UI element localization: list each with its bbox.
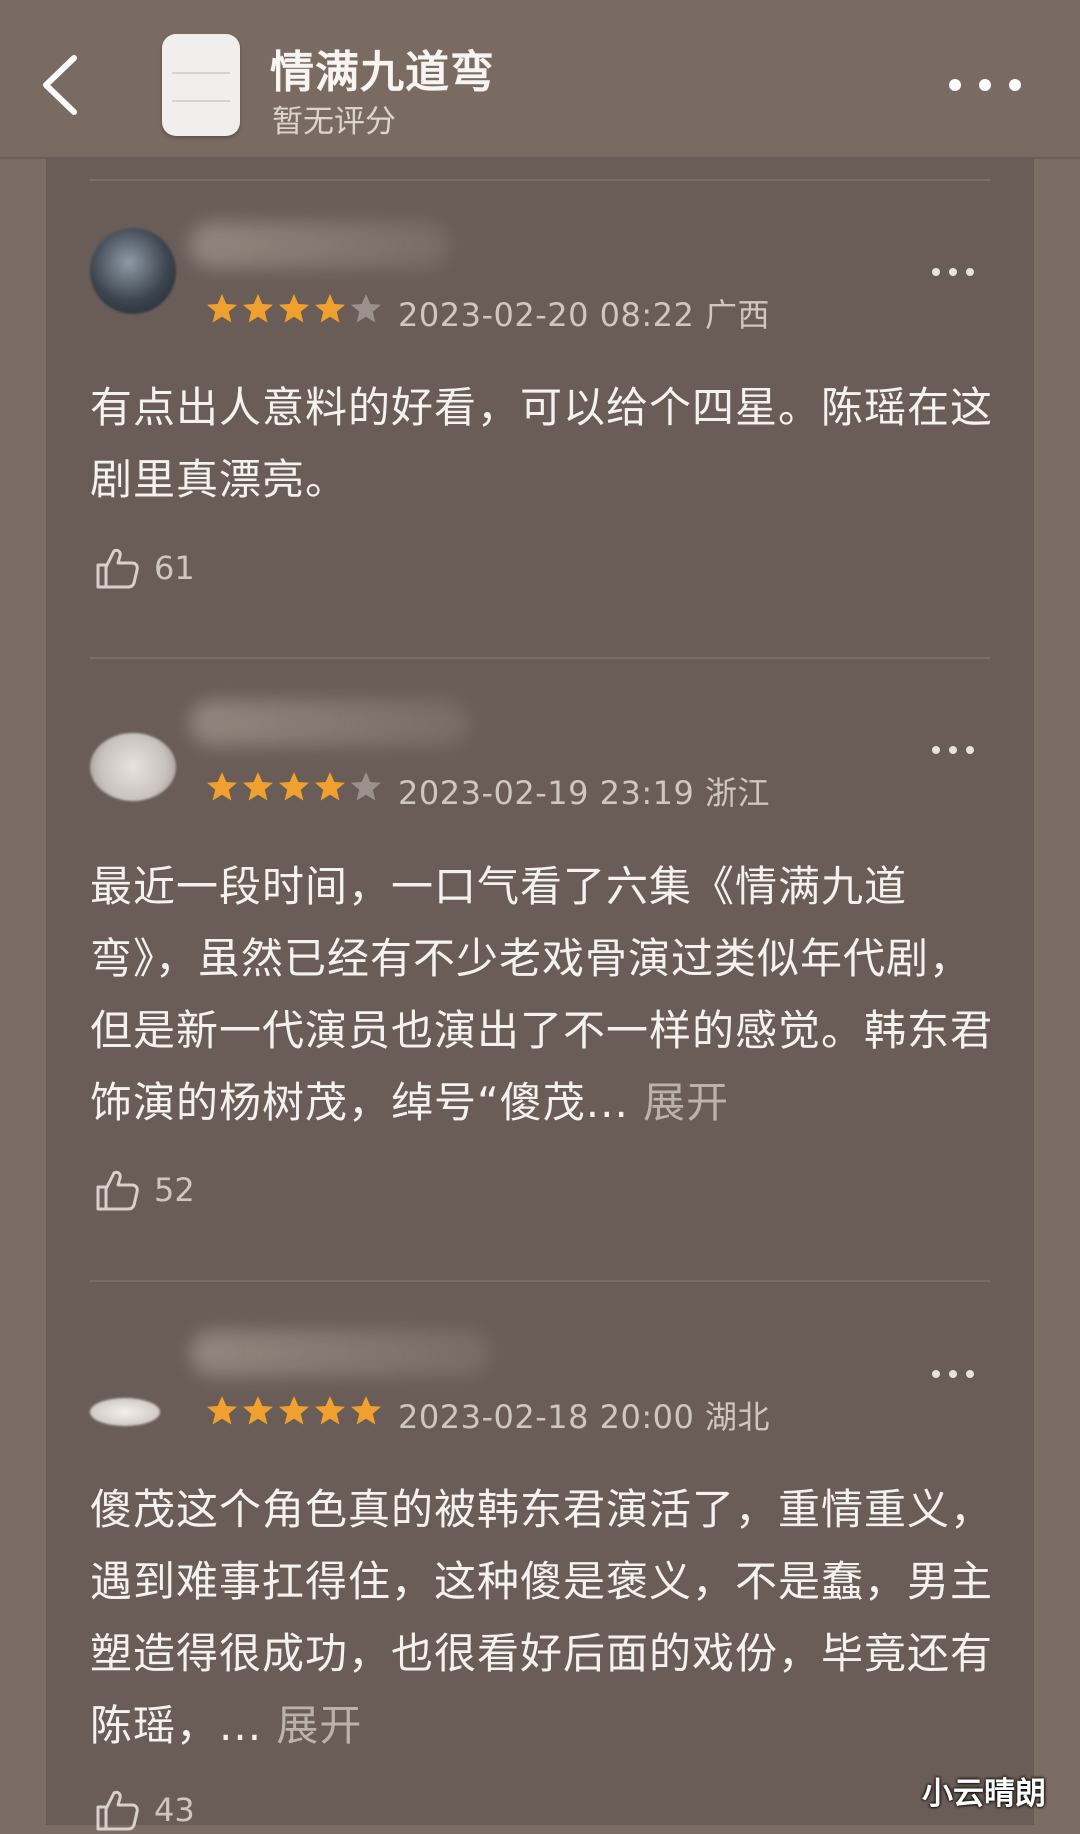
star-filled-icon <box>243 772 273 801</box>
top-bar: 情满九道弯 暂无评分 <box>0 0 1080 159</box>
star-filled-icon <box>279 772 309 801</box>
review-text: 有点出人意料的好看，可以给个四星。陈瑶在这剧里真漂亮。 <box>90 383 994 504</box>
like-count: 43 <box>154 1791 195 1829</box>
more-horizontal-icon <box>932 1370 974 1378</box>
review-date: 2023-02-20 08:22 <box>398 296 695 334</box>
page-title: 情满九道弯 <box>270 47 495 98</box>
review-more-button[interactable] <box>930 1364 980 1384</box>
avatar[interactable] <box>90 228 176 314</box>
star-filled-icon <box>207 772 237 801</box>
star-filled-icon <box>315 772 345 801</box>
review-text: 最近一段时间，一口气看了六集《情满九道弯》，虽然已经有不少老戏骨演过类似年代剧，… <box>90 862 994 1127</box>
thumbs-up-icon <box>96 1790 139 1831</box>
username-blurred <box>190 1330 490 1376</box>
back-button[interactable] <box>38 50 86 120</box>
star-rating <box>205 770 383 806</box>
like-count: 61 <box>154 549 195 587</box>
thumbs-up-icon <box>96 1170 139 1211</box>
star-empty-icon <box>351 294 381 323</box>
avatar[interactable] <box>90 1398 160 1426</box>
expand-link[interactable]: 展开 <box>629 1078 729 1127</box>
like-count: 52 <box>154 1171 195 1209</box>
divider <box>90 179 990 181</box>
review-more-button[interactable] <box>930 740 980 760</box>
app-logo <box>162 34 240 136</box>
divider <box>90 657 990 659</box>
username-blurred <box>190 222 450 268</box>
review-meta: 2023-02-19 23:19 浙江 <box>398 768 770 814</box>
star-empty-icon <box>351 772 381 801</box>
star-filled-icon <box>315 1396 345 1425</box>
review-meta: 2023-02-20 08:22 广西 <box>398 290 770 336</box>
rating-status: 暂无评分 <box>272 104 396 140</box>
more-button[interactable] <box>945 60 1045 110</box>
avatar[interactable] <box>90 733 176 801</box>
more-horizontal-icon <box>932 746 974 754</box>
star-filled-icon <box>315 294 345 323</box>
star-filled-icon <box>207 294 237 323</box>
review-date: 2023-02-18 20:00 <box>398 1398 695 1436</box>
star-filled-icon <box>243 294 273 323</box>
like-button[interactable]: 43 <box>94 1786 195 1834</box>
watermark: 小云晴朗 <box>922 1776 1046 1812</box>
like-button[interactable]: 52 <box>94 1166 195 1214</box>
review-location: 浙江 <box>705 774 771 812</box>
review-text: 傻茂这个角色真的被韩东君演活了，重情重义，遇到难事扛得住，这种傻是褒义，不是蠢，… <box>90 1485 994 1750</box>
review-location: 广西 <box>705 296 771 334</box>
more-horizontal-icon <box>932 268 974 276</box>
review-date: 2023-02-19 23:19 <box>398 774 695 812</box>
review-more-button[interactable] <box>930 262 980 282</box>
review-meta: 2023-02-18 20:00 湖北 <box>398 1392 770 1438</box>
more-horizontal-icon <box>949 79 1021 91</box>
thumbs-up-icon <box>96 548 139 589</box>
star-filled-icon <box>351 1396 381 1425</box>
review-location: 湖北 <box>705 1398 771 1436</box>
star-filled-icon <box>243 1396 273 1425</box>
star-rating <box>205 1394 383 1430</box>
star-filled-icon <box>279 1396 309 1425</box>
star-rating <box>205 292 383 328</box>
username-blurred <box>190 700 470 746</box>
expand-link[interactable]: 展开 <box>262 1701 362 1750</box>
star-filled-icon <box>279 294 309 323</box>
like-button[interactable]: 61 <box>94 544 195 592</box>
divider <box>90 1280 990 1282</box>
star-filled-icon <box>207 1396 237 1425</box>
chevron-left-icon <box>43 55 77 115</box>
